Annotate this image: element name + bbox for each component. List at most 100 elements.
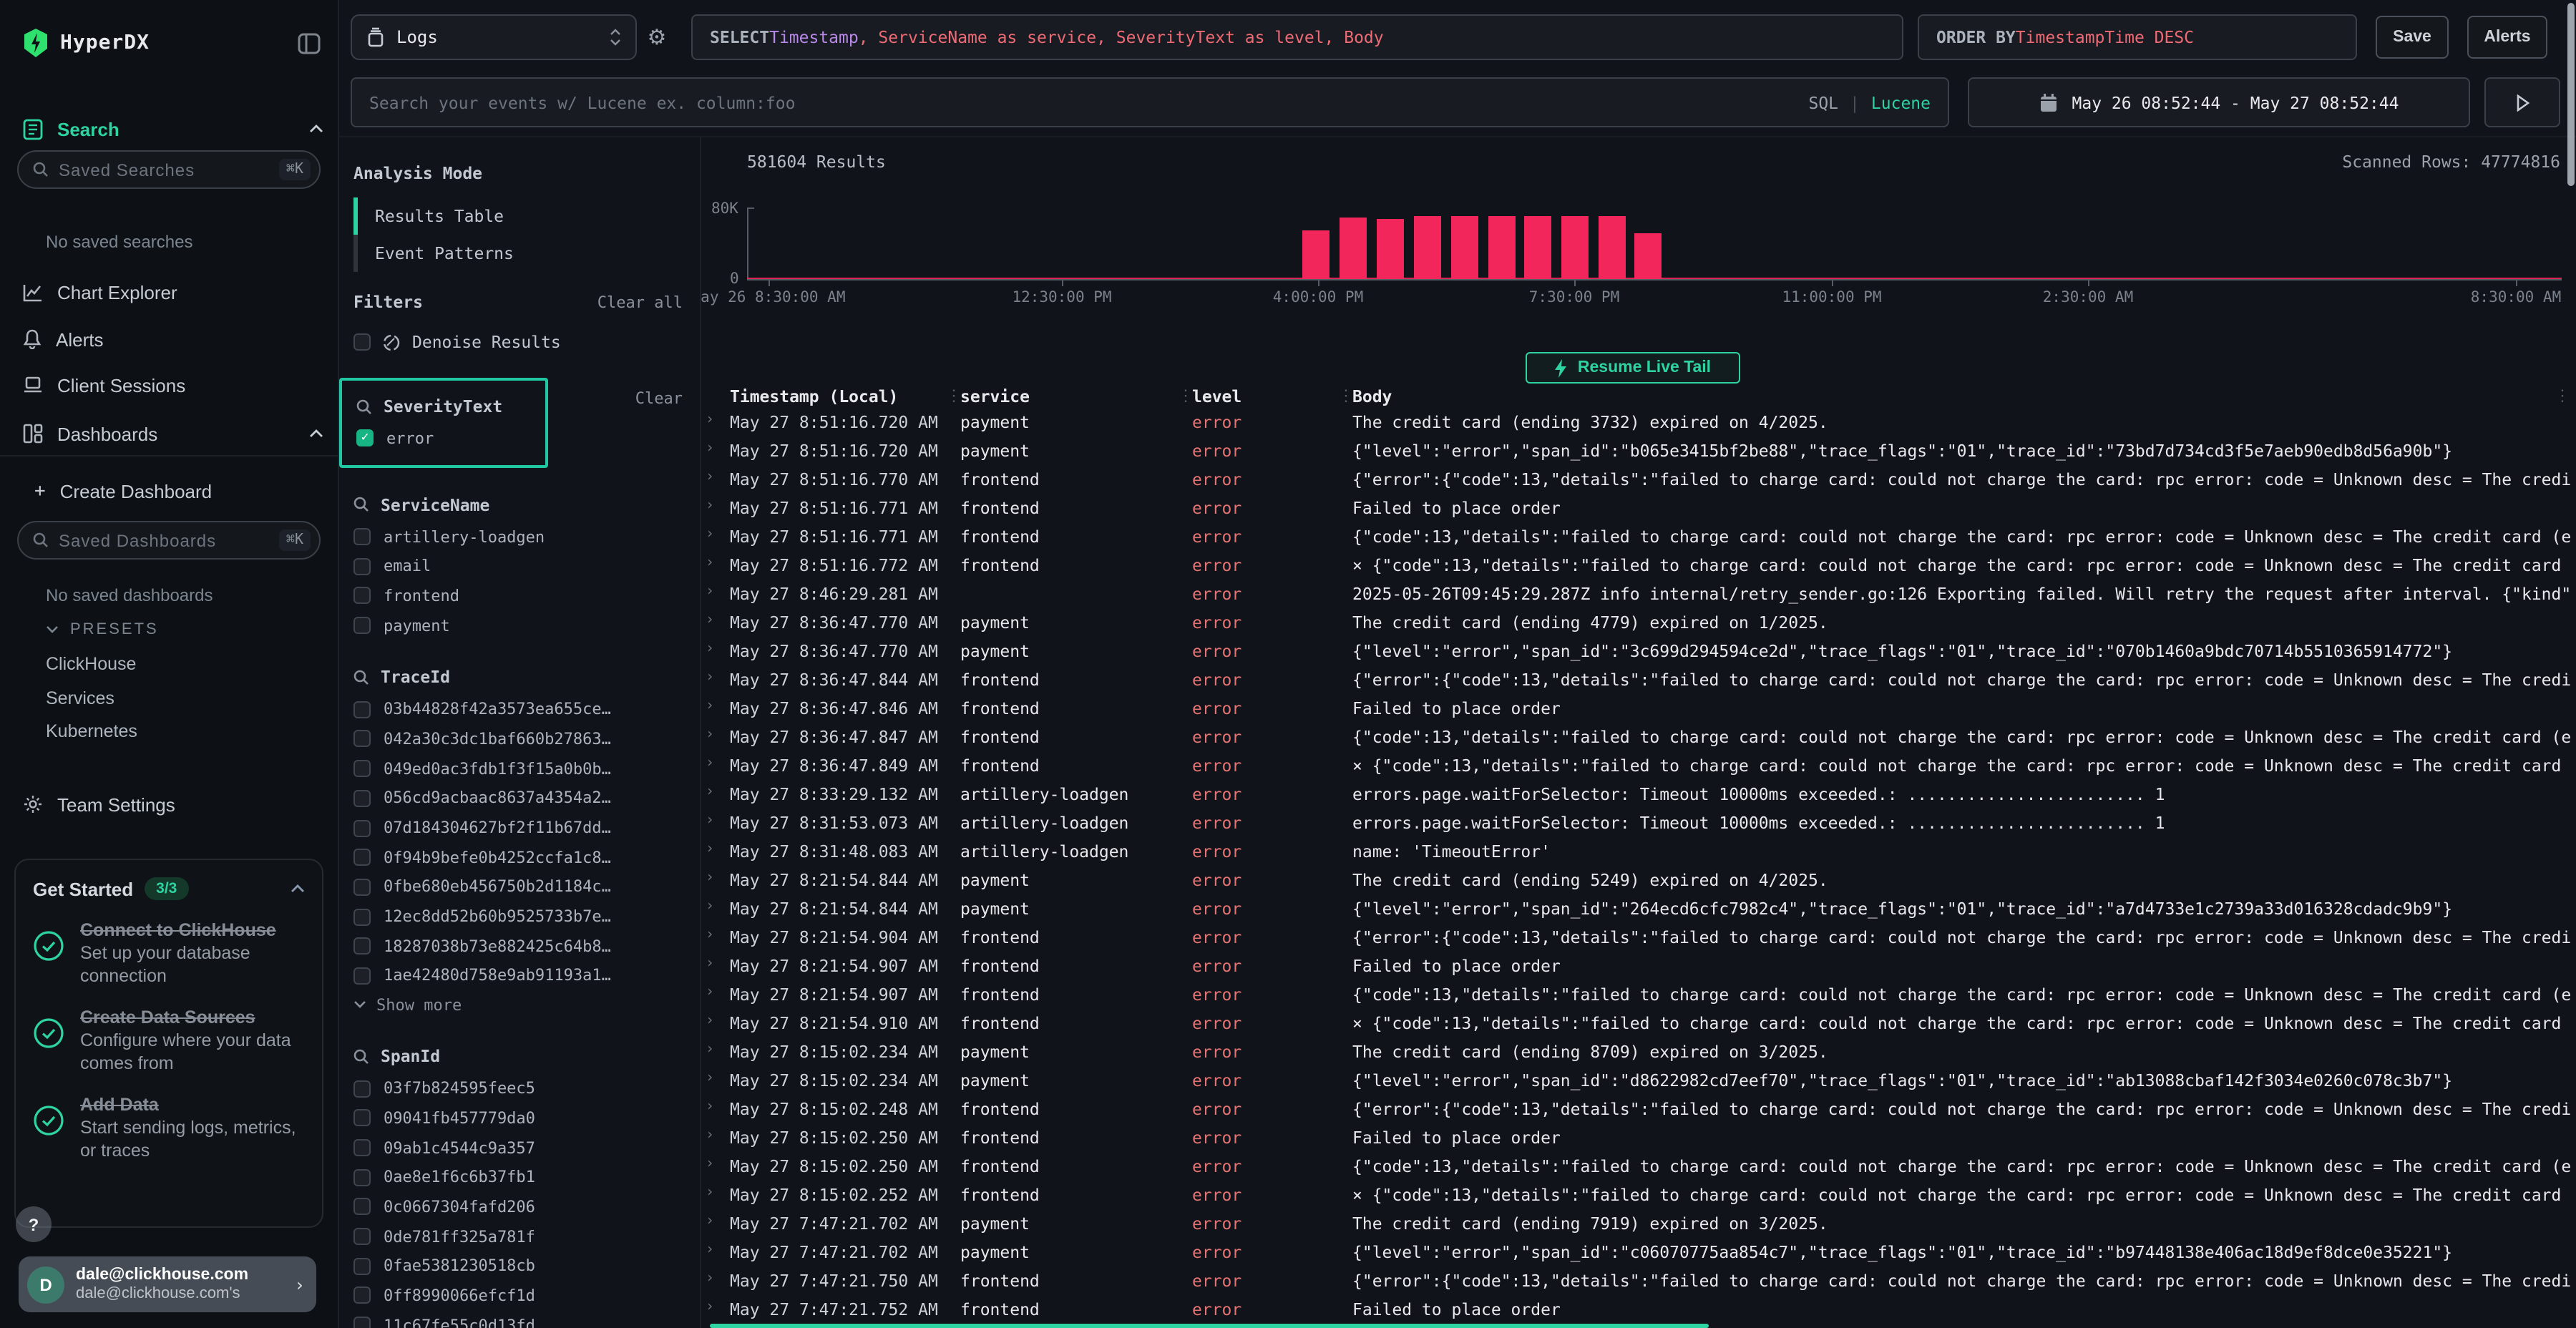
table-options-icon[interactable]: ⋮ [2555,386,2570,405]
log-row[interactable]: › May 27 7:47:21.702 AM payment error {"… [701,1238,2576,1266]
log-row[interactable]: › May 27 8:21:54.844 AM payment error {"… [701,894,2576,923]
histogram-bar[interactable] [1488,215,1516,279]
filter-value-row[interactable]: 1ae42480d758e9ab91193a1… [353,961,683,990]
time-range-picker[interactable]: May 26 08:52:44 - May 27 08:52:44 [1968,77,2470,127]
expand-chevron-icon[interactable]: › [706,1299,714,1315]
checkbox[interactable]: ✓ [356,430,374,447]
log-row[interactable]: › May 27 8:31:53.073 AM artillery-loadge… [701,809,2576,837]
log-row[interactable]: › May 27 8:21:54.907 AM frontend error {… [701,980,2576,1009]
log-row[interactable]: › May 27 8:21:54.907 AM frontend error F… [701,952,2576,980]
checkbox[interactable] [353,1110,371,1127]
checkbox[interactable] [353,1317,371,1328]
histogram-bar[interactable] [1524,217,1551,280]
col-header-service[interactable]: service [960,386,1030,406]
log-row[interactable]: › May 27 8:15:02.250 AM frontend error F… [701,1123,2576,1152]
get-started-item[interactable]: Connect to ClickHouse Set up your databa… [33,919,305,987]
expand-chevron-icon[interactable]: › [706,870,714,886]
filter-value-row[interactable]: 03b44828f42a3573ea655ce… [353,695,683,724]
filter-value-row[interactable]: 09ab1c4544c9a357 [353,1133,683,1162]
checkbox[interactable] [353,1080,371,1097]
checkbox[interactable] [353,701,371,718]
expand-chevron-icon[interactable]: › [706,1042,714,1058]
filter-value-row[interactable]: 0fbe680eb456750b2d1184c… [353,872,683,902]
checkbox[interactable] [353,557,371,575]
expand-chevron-icon[interactable]: › [706,555,714,571]
saved-dashboards-input[interactable]: Saved Dashboards ⌘K [17,521,321,560]
order-by-input[interactable]: ORDER BY TimestampTime DESC [1918,14,2357,60]
log-row[interactable]: › May 27 7:47:21.752 AM frontend error F… [701,1295,2576,1324]
checkbox[interactable] [353,849,371,866]
checkbox[interactable] [353,908,371,925]
checkbox[interactable] [353,1258,371,1275]
sidebar-item-dashboards[interactable]: Dashboards [23,419,323,448]
resume-live-tail-button[interactable]: Resume Live Tail [1526,352,1740,384]
checkbox[interactable] [353,790,371,807]
checkbox[interactable] [353,938,371,955]
log-row[interactable]: › May 27 8:15:02.234 AM payment error Th… [701,1038,2576,1066]
expand-chevron-icon[interactable]: › [706,1099,714,1115]
expand-chevron-icon[interactable]: › [706,1013,714,1029]
language-toggle-sql[interactable]: SQL [1808,92,1838,112]
expand-chevron-icon[interactable]: › [706,985,714,1000]
checkbox[interactable] [353,879,371,896]
expand-chevron-icon[interactable]: › [706,698,714,714]
histogram-bar[interactable] [1451,217,1478,280]
filter-value-row[interactable]: artillery-loadgen [353,522,683,551]
presets-toggle[interactable]: PRESETS [46,621,159,638]
expand-chevron-icon[interactable]: › [706,612,714,628]
help-button[interactable]: ? [16,1206,52,1242]
vertical-scrollbar-thumb[interactable] [2567,3,2575,186]
filter-value-row[interactable]: 0ff8990066efcf1d [353,1281,683,1310]
expand-chevron-icon[interactable]: › [706,441,714,456]
expand-chevron-icon[interactable]: › [706,1156,714,1172]
filter-value-row[interactable]: payment [353,611,683,640]
checkbox[interactable] [353,617,371,634]
checkbox[interactable] [353,760,371,777]
log-row[interactable]: › May 27 7:47:21.750 AM frontend error {… [701,1266,2576,1295]
checkbox[interactable] [353,819,371,836]
alerts-button[interactable]: Alerts [2467,16,2547,59]
sidebar-item-chart-explorer[interactable]: Chart Explorer [23,278,323,306]
sidebar-item-team-settings[interactable]: Team Settings [23,790,323,819]
expand-chevron-icon[interactable]: › [706,1185,714,1201]
histogram-bar[interactable] [1377,219,1404,279]
log-row[interactable]: › May 27 8:36:47.849 AM frontend error ×… [701,751,2576,780]
source-selector[interactable]: Logs [351,14,637,60]
log-row[interactable]: › May 27 8:51:16.772 AM frontend error ×… [701,551,2576,580]
log-row[interactable]: › May 27 8:31:48.083 AM artillery-loadge… [701,837,2576,866]
log-row[interactable]: › May 27 8:21:54.844 AM payment error Th… [701,866,2576,894]
expand-chevron-icon[interactable]: › [706,727,714,743]
filter-value-row[interactable]: 11c67fe55c0d13fd [353,1311,683,1328]
sidebar-item-services[interactable]: Services [46,688,114,708]
checkbox[interactable] [353,1139,371,1156]
log-row[interactable]: › May 27 8:36:47.847 AM frontend error {… [701,723,2576,751]
expand-chevron-icon[interactable]: › [706,1271,714,1286]
expand-chevron-icon[interactable]: › [706,841,714,857]
log-row[interactable]: › May 27 8:15:02.248 AM frontend error {… [701,1095,2576,1123]
log-row[interactable]: › May 27 8:21:54.910 AM frontend error ×… [701,1009,2576,1038]
filter-value-row[interactable]: email [353,552,683,581]
log-row[interactable]: › May 27 8:33:29.132 AM artillery-loadge… [701,780,2576,809]
sidebar-item-clickhouse[interactable]: ClickHouse [46,654,136,674]
filter-value-row[interactable]: ✓ error [356,424,534,453]
expand-chevron-icon[interactable]: › [706,641,714,657]
expand-chevron-icon[interactable]: › [706,584,714,600]
trace-show-more-button[interactable]: Show more [353,991,683,1020]
expand-chevron-icon[interactable]: › [706,1242,714,1258]
filter-value-row[interactable]: 056cd9acbaac8637a4354a2… [353,783,683,813]
save-button[interactable]: Save [2376,16,2449,59]
log-row[interactable]: › May 27 8:21:54.904 AM frontend error {… [701,923,2576,952]
filter-value-row[interactable]: 09041fb457779da0 [353,1103,683,1133]
expand-chevron-icon[interactable]: › [706,956,714,972]
filter-group-traceid[interactable]: TraceId [381,668,450,688]
checkbox[interactable] [353,1287,371,1304]
log-row[interactable]: › May 27 8:51:16.720 AM payment error {"… [701,436,2576,465]
user-card[interactable]: D dale@clickhouse.com dale@clickhouse.co… [19,1256,316,1312]
saved-searches-input[interactable]: Saved Searches ⌘K [17,150,321,189]
log-row[interactable]: › May 27 8:36:47.770 AM payment error Th… [701,608,2576,637]
severity-clear-button[interactable]: Clear [635,389,683,408]
expand-chevron-icon[interactable]: › [706,784,714,800]
histogram-bar[interactable] [1340,218,1367,279]
log-row[interactable]: › May 27 8:36:47.844 AM frontend error {… [701,665,2576,694]
expand-chevron-icon[interactable]: › [706,927,714,943]
